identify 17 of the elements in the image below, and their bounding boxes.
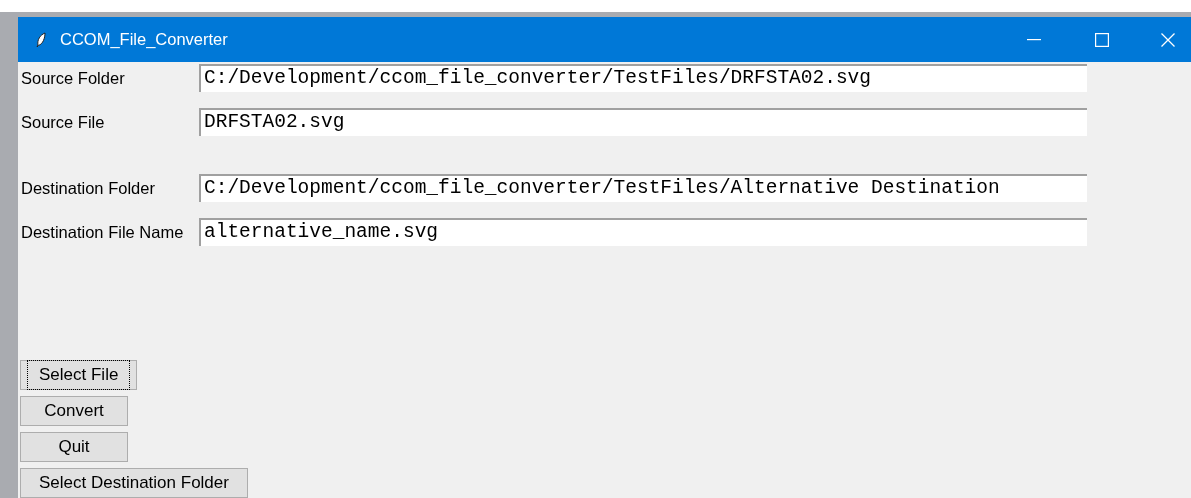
action-button[interactable]: Select File: [20, 360, 138, 390]
text-field[interactable]: DRFSTA02.svg: [199, 108, 1087, 136]
action-button[interactable]: Select Destination Folder: [20, 468, 248, 498]
text-field[interactable]: C:/Development/ccom_file_converter/TestFiles/DRFSTA02.svg: [199, 64, 1087, 92]
minimize-icon: [1027, 38, 1041, 41]
text-field[interactable]: C:/Development/ccom_file_converter/TestFiles/Alternative Destination: [199, 174, 1087, 202]
field-label: Destination Folder: [21, 177, 156, 199]
close-icon: [1161, 32, 1175, 47]
window-title: CCOM_File_Converter: [60, 29, 228, 51]
text-field[interactable]: alternative_name.svg: [199, 218, 1087, 246]
action-button[interactable]: Quit: [20, 432, 128, 462]
feather-icon: [36, 31, 46, 48]
field-label: Source Folder: [21, 67, 126, 89]
action-button[interactable]: Convert: [20, 396, 128, 426]
field-label: Source File: [21, 111, 106, 133]
maximize-icon: [1095, 32, 1109, 47]
field-label: Destination File Name: [21, 221, 185, 243]
